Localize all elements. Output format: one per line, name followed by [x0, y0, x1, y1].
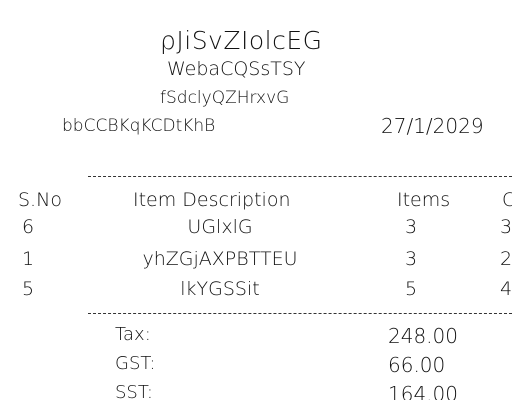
column-header-price: C — [502, 189, 512, 211]
row-description: UGlxlG — [187, 216, 253, 238]
cashier-name: bbCCBKqKCDtKhB — [62, 116, 216, 136]
gst-value: 66.00 — [388, 353, 446, 377]
tax-value: 248.00 — [388, 324, 458, 348]
row-description: yhZGjAXPBTTEU — [142, 248, 298, 270]
gst-label: GST: — [115, 353, 156, 374]
row-price: 4 — [500, 278, 512, 300]
sst-label: SST: — [115, 382, 153, 400]
divider-top — [88, 176, 512, 177]
column-header-items: Items — [397, 189, 451, 211]
row-items: 5 — [405, 278, 418, 300]
row-description: lkYGSSit — [180, 278, 260, 300]
row-price: 2 — [500, 248, 512, 270]
sst-value: 164.00 — [388, 382, 458, 400]
receipt-date: 27/1/2029 — [381, 114, 484, 138]
store-name: ρJiSvZIolcEG — [160, 26, 323, 55]
store-address: fSdclyQZHrxvG — [160, 88, 290, 108]
row-sno: 5 — [22, 278, 35, 300]
row-items: 3 — [405, 248, 418, 270]
row-items: 3 — [405, 216, 418, 238]
divider-bottom — [88, 313, 512, 314]
row-price: 3 — [500, 216, 512, 238]
store-subtitle: WebaCQSsTSY — [167, 58, 306, 80]
column-header-description: Item Description — [133, 189, 291, 211]
row-sno: 1 — [22, 248, 35, 270]
tax-label: Tax: — [115, 324, 151, 345]
row-sno: 6 — [22, 216, 35, 238]
column-header-sno: S.No — [18, 189, 62, 211]
